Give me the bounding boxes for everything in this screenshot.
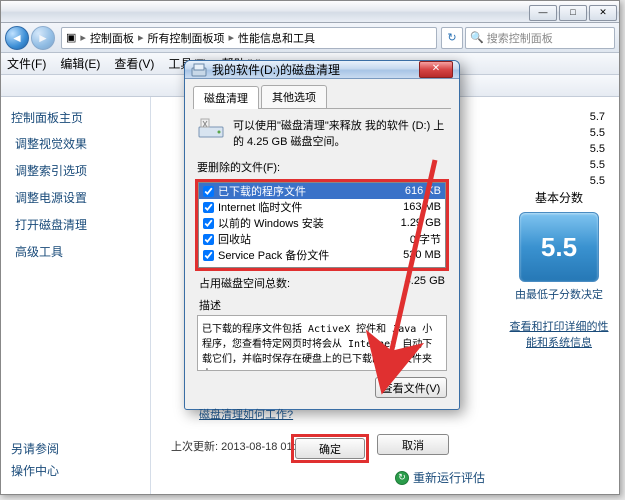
file-checkbox[interactable] (203, 202, 214, 213)
see-also-label: 另请参阅 (11, 440, 73, 457)
nav-bar: ◄ ► ▣▸ 控制面板▸ 所有控制面板项▸ 性能信息和工具 ↻ 🔍 搜索控制面板 (1, 23, 619, 53)
file-checkbox[interactable] (203, 250, 214, 261)
how-does-it-work-link[interactable]: 磁盘清理如何工作? (193, 404, 451, 424)
refresh-button[interactable]: ↻ (441, 27, 463, 49)
breadcrumb-icon: ▣ (66, 31, 76, 44)
forward-button[interactable]: ► (31, 26, 55, 50)
file-row[interactable]: 回收站0 字节 (199, 231, 445, 247)
total-value: 4.25 GB (405, 275, 445, 291)
tab-more-options[interactable]: 其他选项 (261, 85, 327, 108)
back-button[interactable]: ◄ (5, 26, 29, 50)
breadcrumb-item[interactable]: 控制面板 (90, 30, 134, 46)
annotation-file-list-highlight: 已下载的程序文件616 KB Internet 临时文件163 MB 以前的 W… (195, 179, 449, 271)
sidebar-item-diskcleanup[interactable]: 打开磁盘清理 (1, 211, 150, 238)
file-list[interactable]: 已下载的程序文件616 KB Internet 临时文件163 MB 以前的 W… (198, 182, 446, 268)
right-pane: 5.7 5.5 5.5 5.5 5.5 基本分数 5.5 由最低子分数决定 查看… (499, 97, 619, 494)
minimize-button[interactable]: — (529, 5, 557, 21)
file-row[interactable]: 已下载的程序文件616 KB (199, 183, 445, 199)
dialog-title: 我的软件(D:)的磁盘清理 (212, 61, 419, 78)
breadcrumb-item[interactable]: 所有控制面板项 (147, 30, 224, 46)
search-icon: 🔍 (470, 31, 484, 44)
base-score-caption: 由最低子分数决定 (507, 286, 611, 302)
sidebar: 控制面板主页 调整视觉效果 调整索引选项 调整电源设置 打开磁盘清理 高级工具 … (1, 97, 151, 494)
menu-view[interactable]: 查看(V) (114, 55, 154, 72)
file-row[interactable]: 以前的 Windows 安装1.29 GB (199, 215, 445, 231)
file-checkbox[interactable] (203, 218, 214, 229)
sidebar-item-visual[interactable]: 调整视觉效果 (1, 130, 150, 157)
sidebar-item-power[interactable]: 调整电源设置 (1, 184, 150, 211)
close-button[interactable]: ✕ (589, 5, 617, 21)
tab-row: 磁盘清理 其他选项 (193, 85, 451, 109)
search-placeholder: 搜索控制面板 (487, 30, 553, 46)
dialog-info-text: 可以使用"磁盘清理"来释放 我的软件 (D:) 上的 4.25 GB 磁盘空间。 (233, 117, 447, 149)
menu-edit[interactable]: 编辑(E) (60, 55, 100, 72)
sidebar-item-actioncenter[interactable]: 操作中心 (11, 457, 73, 484)
base-score-tile: 5.5 (519, 212, 599, 282)
breadcrumb-item[interactable]: 性能信息和工具 (238, 30, 315, 46)
search-input[interactable]: 🔍 搜索控制面板 (465, 27, 615, 49)
file-row[interactable]: Internet 临时文件163 MB (199, 199, 445, 215)
base-score-label: 基本分数 (507, 189, 611, 206)
total-label: 占用磁盘空间总数: (199, 275, 290, 291)
annotation-ok-highlight: 确定 (291, 434, 369, 463)
file-checkbox[interactable] (203, 234, 214, 245)
sidebar-item-index[interactable]: 调整索引选项 (1, 157, 150, 184)
subscores: 5.7 5.5 5.5 5.5 5.5 (507, 109, 611, 189)
file-row[interactable]: Service Pack 备份文件530 MB (199, 247, 445, 263)
description-box: 已下载的程序文件包括 ActiveX 控件和 Java 小程序，您查看特定网页时… (197, 315, 447, 371)
description-label: 描述 (199, 297, 445, 313)
cancel-button[interactable]: 取消 (377, 434, 449, 455)
detail-link[interactable]: 查看和打印详细的性能和系统信息 (507, 318, 611, 350)
dialog-titlebar[interactable]: 我的软件(D:)的磁盘清理 ✕ (185, 61, 459, 79)
ok-button[interactable]: 确定 (295, 438, 365, 459)
view-files-button[interactable]: 查看文件(V) (375, 377, 447, 398)
tab-disk-cleanup[interactable]: 磁盘清理 (193, 86, 259, 109)
sidebar-item-advanced[interactable]: 高级工具 (1, 238, 150, 265)
main-titlebar: — □ ✕ (1, 1, 619, 23)
maximize-button[interactable]: □ (559, 5, 587, 21)
disk-cleanup-dialog: 我的软件(D:)的磁盘清理 ✕ 磁盘清理 其他选项 可以使用"磁盘清理"来释放 … (184, 60, 460, 410)
menu-file[interactable]: 文件(F) (7, 55, 46, 72)
sidebar-title[interactable]: 控制面板主页 (1, 105, 150, 130)
dialog-close-button[interactable]: ✕ (419, 61, 453, 78)
disk-cleanup-icon (191, 62, 207, 78)
files-to-delete-label: 要删除的文件(F): (197, 159, 447, 175)
drive-icon (197, 117, 225, 141)
file-checkbox[interactable] (203, 186, 214, 197)
breadcrumb[interactable]: ▣▸ 控制面板▸ 所有控制面板项▸ 性能信息和工具 (61, 27, 437, 49)
